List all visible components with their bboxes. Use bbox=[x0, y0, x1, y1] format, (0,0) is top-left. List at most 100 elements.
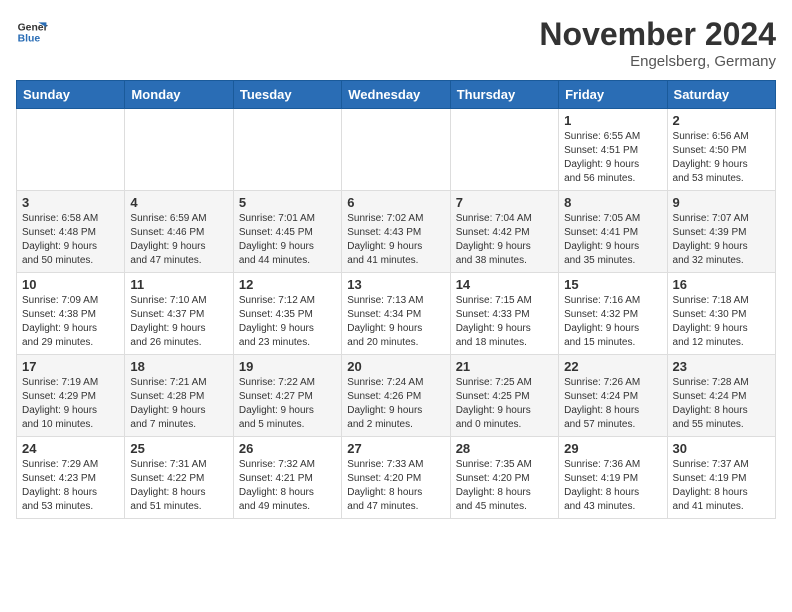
day-info: Sunrise: 7:18 AM Sunset: 4:30 PM Dayligh… bbox=[673, 294, 770, 350]
day-cell: 7 Sunrise: 7:04 AM Sunset: 4:42 PM Daylig… bbox=[450, 191, 558, 273]
day-cell: 10Sunrise: 7:09 AM Sunset: 4:38 PM Dayli… bbox=[17, 273, 125, 355]
logo-icon: General Blue bbox=[16, 16, 48, 48]
day-cell: 15 Sunrise: 7:16 AM Sunset: 4:32 PM Dayli… bbox=[559, 273, 667, 355]
day-cell: 18Sunrise: 7:21 AM Sunset: 4:28 PM Dayli… bbox=[125, 355, 233, 437]
day-number: 10 bbox=[22, 277, 119, 292]
day-info: Sunrise: 7:01 AM Sunset: 4:45 PM Dayligh… bbox=[239, 212, 336, 268]
day-info: Sunrise: 7:29 AM Sunset: 4:23 PM Dayligh… bbox=[22, 458, 119, 514]
day-cell: 24Sunrise: 7:29 AM Sunset: 4:23 PM Dayli… bbox=[17, 437, 125, 519]
day-cell: 20 Sunrise: 7:24 AM Sunset: 4:26 PM Dayli… bbox=[342, 355, 450, 437]
header-cell-wednesday: Wednesday bbox=[342, 81, 450, 109]
day-cell bbox=[233, 109, 341, 191]
day-info: Sunrise: 6:55 AM Sunset: 4:51 PM Dayligh… bbox=[564, 130, 661, 186]
day-number: 1 bbox=[564, 113, 661, 128]
day-cell: 29 Sunrise: 7:36 AM Sunset: 4:19 PM Dayli… bbox=[559, 437, 667, 519]
day-info: Sunrise: 6:58 AM Sunset: 4:48 PM Dayligh… bbox=[22, 212, 119, 268]
day-number: 12 bbox=[239, 277, 336, 292]
day-number: 4 bbox=[130, 195, 227, 210]
day-info: Sunrise: 7:26 AM Sunset: 4:24 PM Dayligh… bbox=[564, 376, 661, 432]
day-cell: 12 Sunrise: 7:12 AM Sunset: 4:35 PM Dayli… bbox=[233, 273, 341, 355]
day-number: 3 bbox=[22, 195, 119, 210]
day-info: Sunrise: 7:19 AM Sunset: 4:29 PM Dayligh… bbox=[22, 376, 119, 432]
day-cell: 11 Sunrise: 7:10 AM Sunset: 4:37 PM Dayli… bbox=[125, 273, 233, 355]
header-cell-friday: Friday bbox=[559, 81, 667, 109]
week-row-2: 3 Sunrise: 6:58 AM Sunset: 4:48 PM Daylig… bbox=[17, 191, 776, 273]
page-header: General Blue November 2024 Engelsberg, G… bbox=[16, 16, 776, 70]
day-info: Sunrise: 7:25 AM Sunset: 4:25 PM Dayligh… bbox=[456, 376, 553, 432]
day-cell bbox=[17, 109, 125, 191]
week-row-4: 17 Sunrise: 7:19 AM Sunset: 4:29 PM Dayli… bbox=[17, 355, 776, 437]
day-cell: 5 Sunrise: 7:01 AM Sunset: 4:45 PM Daylig… bbox=[233, 191, 341, 273]
day-info: Sunrise: 7:02 AM Sunset: 4:43 PM Dayligh… bbox=[347, 212, 444, 268]
header-cell-monday: Monday bbox=[125, 81, 233, 109]
header-cell-tuesday: Tuesday bbox=[233, 81, 341, 109]
day-cell: 25 Sunrise: 7:31 AM Sunset: 4:22 PM Dayli… bbox=[125, 437, 233, 519]
day-number: 9 bbox=[673, 195, 770, 210]
day-number: 23 bbox=[673, 359, 770, 374]
day-cell bbox=[450, 109, 558, 191]
day-number: 18 bbox=[130, 359, 227, 374]
day-info: Sunrise: 7:33 AM Sunset: 4:20 PM Dayligh… bbox=[347, 458, 444, 514]
calendar-table: SundayMondayTuesdayWednesdayThursdayFrid… bbox=[16, 80, 776, 519]
day-number: 29 bbox=[564, 441, 661, 456]
day-number: 16 bbox=[673, 277, 770, 292]
day-info: Sunrise: 7:32 AM Sunset: 4:21 PM Dayligh… bbox=[239, 458, 336, 514]
logo: General Blue bbox=[16, 16, 48, 48]
day-number: 30 bbox=[673, 441, 770, 456]
week-row-5: 24Sunrise: 7:29 AM Sunset: 4:23 PM Dayli… bbox=[17, 437, 776, 519]
day-number: 7 bbox=[456, 195, 553, 210]
day-number: 11 bbox=[130, 277, 227, 292]
day-number: 20 bbox=[347, 359, 444, 374]
day-number: 5 bbox=[239, 195, 336, 210]
day-number: 15 bbox=[564, 277, 661, 292]
day-cell: 14Sunrise: 7:15 AM Sunset: 4:33 PM Dayli… bbox=[450, 273, 558, 355]
day-number: 26 bbox=[239, 441, 336, 456]
day-info: Sunrise: 7:13 AM Sunset: 4:34 PM Dayligh… bbox=[347, 294, 444, 350]
day-info: Sunrise: 7:35 AM Sunset: 4:20 PM Dayligh… bbox=[456, 458, 553, 514]
day-info: Sunrise: 7:12 AM Sunset: 4:35 PM Dayligh… bbox=[239, 294, 336, 350]
day-cell: 21 Sunrise: 7:25 AM Sunset: 4:25 PM Dayli… bbox=[450, 355, 558, 437]
header-cell-sunday: Sunday bbox=[17, 81, 125, 109]
day-cell: 8Sunrise: 7:05 AM Sunset: 4:41 PM Daylig… bbox=[559, 191, 667, 273]
day-info: Sunrise: 7:10 AM Sunset: 4:37 PM Dayligh… bbox=[130, 294, 227, 350]
day-number: 19 bbox=[239, 359, 336, 374]
day-number: 17 bbox=[22, 359, 119, 374]
day-info: Sunrise: 7:15 AM Sunset: 4:33 PM Dayligh… bbox=[456, 294, 553, 350]
header-row: SundayMondayTuesdayWednesdayThursdayFrid… bbox=[17, 81, 776, 109]
day-cell: 30 Sunrise: 7:37 AM Sunset: 4:19 PM Dayli… bbox=[667, 437, 775, 519]
day-cell: 17 Sunrise: 7:19 AM Sunset: 4:29 PM Dayli… bbox=[17, 355, 125, 437]
day-info: Sunrise: 7:16 AM Sunset: 4:32 PM Dayligh… bbox=[564, 294, 661, 350]
day-number: 25 bbox=[130, 441, 227, 456]
month-title: November 2024 bbox=[539, 16, 776, 53]
day-number: 21 bbox=[456, 359, 553, 374]
day-info: Sunrise: 7:22 AM Sunset: 4:27 PM Dayligh… bbox=[239, 376, 336, 432]
day-number: 27 bbox=[347, 441, 444, 456]
day-cell: 27 Sunrise: 7:33 AM Sunset: 4:20 PM Dayli… bbox=[342, 437, 450, 519]
day-info: Sunrise: 7:31 AM Sunset: 4:22 PM Dayligh… bbox=[130, 458, 227, 514]
day-cell: 9 Sunrise: 7:07 AM Sunset: 4:39 PM Daylig… bbox=[667, 191, 775, 273]
svg-text:Blue: Blue bbox=[18, 34, 41, 45]
day-cell: 6 Sunrise: 7:02 AM Sunset: 4:43 PM Daylig… bbox=[342, 191, 450, 273]
day-cell: 22 Sunrise: 7:26 AM Sunset: 4:24 PM Dayli… bbox=[559, 355, 667, 437]
day-number: 22 bbox=[564, 359, 661, 374]
day-number: 6 bbox=[347, 195, 444, 210]
day-info: Sunrise: 7:37 AM Sunset: 4:19 PM Dayligh… bbox=[673, 458, 770, 514]
day-cell: 28 Sunrise: 7:35 AM Sunset: 4:20 PM Dayli… bbox=[450, 437, 558, 519]
day-cell: 1 Sunrise: 6:55 AM Sunset: 4:51 PM Daylig… bbox=[559, 109, 667, 191]
day-info: Sunrise: 7:36 AM Sunset: 4:19 PM Dayligh… bbox=[564, 458, 661, 514]
day-info: Sunrise: 7:05 AM Sunset: 4:41 PM Dayligh… bbox=[564, 212, 661, 268]
day-cell: 19 Sunrise: 7:22 AM Sunset: 4:27 PM Dayli… bbox=[233, 355, 341, 437]
day-info: Sunrise: 7:28 AM Sunset: 4:24 PM Dayligh… bbox=[673, 376, 770, 432]
day-info: Sunrise: 7:04 AM Sunset: 4:42 PM Dayligh… bbox=[456, 212, 553, 268]
day-cell: 2Sunrise: 6:56 AM Sunset: 4:50 PM Daylig… bbox=[667, 109, 775, 191]
day-number: 28 bbox=[456, 441, 553, 456]
day-cell: 3 Sunrise: 6:58 AM Sunset: 4:48 PM Daylig… bbox=[17, 191, 125, 273]
week-row-3: 10Sunrise: 7:09 AM Sunset: 4:38 PM Dayli… bbox=[17, 273, 776, 355]
day-info: Sunrise: 7:07 AM Sunset: 4:39 PM Dayligh… bbox=[673, 212, 770, 268]
location: Engelsberg, Germany bbox=[539, 53, 776, 70]
day-info: Sunrise: 7:24 AM Sunset: 4:26 PM Dayligh… bbox=[347, 376, 444, 432]
title-block: November 2024 Engelsberg, Germany bbox=[539, 16, 776, 70]
week-row-1: 1 Sunrise: 6:55 AM Sunset: 4:51 PM Daylig… bbox=[17, 109, 776, 191]
day-cell: 4Sunrise: 6:59 AM Sunset: 4:46 PM Daylig… bbox=[125, 191, 233, 273]
day-number: 13 bbox=[347, 277, 444, 292]
